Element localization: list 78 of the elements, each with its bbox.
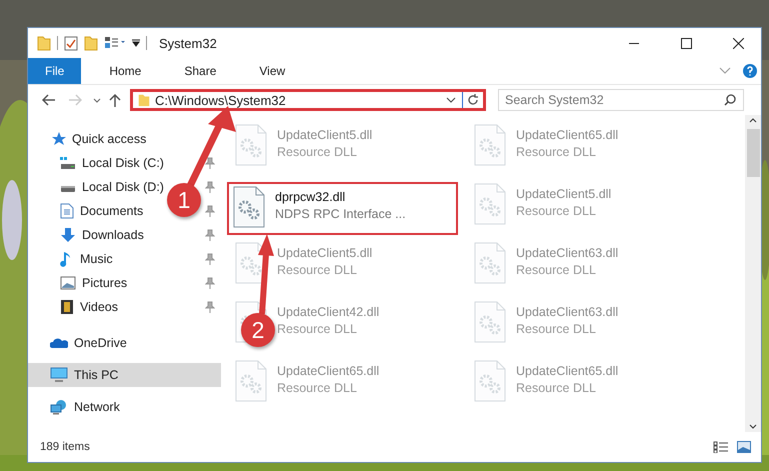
ribbon-tab[interactable]: View bbox=[245, 58, 300, 84]
large-icons-view-icon[interactable] bbox=[737, 441, 751, 453]
file-type: NDPS RPC Interface ... bbox=[275, 207, 406, 221]
pin-icon[interactable] bbox=[205, 277, 215, 289]
scrollbar[interactable] bbox=[745, 115, 761, 432]
file-type: Resource DLL bbox=[277, 322, 358, 336]
scrollbar-thumb[interactable] bbox=[746, 129, 760, 177]
network-icon bbox=[50, 399, 68, 415]
chevron-down-icon[interactable] bbox=[446, 97, 456, 103]
file-type: Resource DLL bbox=[516, 204, 597, 218]
picture-icon bbox=[60, 276, 76, 290]
ribbon-tab[interactable]: Share bbox=[170, 58, 230, 84]
file-gears-icon bbox=[474, 242, 506, 284]
file-gears-icon bbox=[233, 186, 265, 228]
sidebar-item[interactable]: Network bbox=[74, 400, 120, 414]
file-gears-icon bbox=[235, 360, 267, 402]
file-type: Resource DLL bbox=[516, 145, 597, 159]
search-field[interactable]: Search System32 bbox=[498, 89, 744, 111]
up-arrow-icon bbox=[109, 93, 121, 107]
sidebar-item[interactable]: Local Disk (D:) bbox=[82, 180, 164, 194]
maximize-icon bbox=[680, 38, 692, 48]
ribbon-tab[interactable]: File bbox=[28, 58, 82, 84]
pin-icon[interactable] bbox=[205, 229, 215, 241]
file-gears-icon bbox=[474, 124, 506, 166]
window-title: System32 bbox=[159, 36, 218, 50]
dropdown-icon[interactable] bbox=[132, 38, 140, 48]
file-type: Resource DLL bbox=[516, 322, 597, 336]
highlighted-file-item[interactable]: dprpcw32.dll NDPS RPC Interface ... bbox=[227, 182, 458, 235]
folder-icon[interactable] bbox=[84, 35, 98, 51]
sidebar-item[interactable]: OneDrive bbox=[74, 336, 127, 350]
monitor-icon bbox=[50, 367, 68, 383]
file-type: Resource DLL bbox=[277, 145, 358, 159]
search-icon[interactable] bbox=[724, 94, 736, 106]
pin-icon[interactable] bbox=[205, 157, 215, 169]
file-type: Resource DLL bbox=[277, 381, 358, 395]
address-path: C:\Windows\System32 bbox=[155, 92, 287, 108]
minimize-icon bbox=[629, 42, 639, 44]
pin-icon[interactable] bbox=[205, 205, 215, 217]
document-icon bbox=[60, 203, 74, 219]
drive-icon bbox=[60, 156, 76, 170]
pin-icon[interactable] bbox=[205, 253, 215, 265]
sidebar-item[interactable]: Music bbox=[80, 252, 113, 266]
cloud-icon bbox=[50, 337, 68, 349]
star-icon bbox=[50, 131, 66, 147]
folder-icon bbox=[137, 93, 151, 107]
sidebar-item[interactable]: Local Disk (C:) bbox=[82, 156, 164, 170]
sidebar-item[interactable]: Pictures bbox=[82, 276, 128, 290]
file-type: Resource DLL bbox=[516, 381, 597, 395]
file-type: Resource DLL bbox=[277, 263, 358, 277]
back-arrow-icon bbox=[42, 94, 56, 106]
file-gears-icon bbox=[474, 360, 506, 402]
pin-icon[interactable] bbox=[205, 301, 215, 313]
pin-icon[interactable] bbox=[205, 181, 215, 193]
file-type: Resource DLL bbox=[516, 263, 597, 277]
file-gears-icon bbox=[474, 301, 506, 343]
address-bar[interactable]: C:\Windows\System32 bbox=[130, 89, 486, 111]
down-arrow-icon bbox=[60, 227, 76, 243]
properties-icon[interactable] bbox=[104, 36, 126, 50]
sidebar-item[interactable]: Videos bbox=[80, 300, 118, 314]
forward-arrow-icon bbox=[68, 94, 82, 106]
sidebar-item[interactable]: Downloads bbox=[82, 228, 144, 242]
file-gears-icon bbox=[474, 183, 506, 225]
folder-icon bbox=[37, 35, 51, 51]
details-view-icon[interactable] bbox=[713, 441, 729, 453]
item-count: 189 items bbox=[40, 441, 91, 453]
refresh-icon[interactable] bbox=[467, 94, 479, 106]
file-gears-icon bbox=[235, 124, 267, 166]
sidebar-label: This PC bbox=[74, 368, 118, 382]
chevron-down-icon bbox=[93, 98, 101, 102]
sidebar-item[interactable]: Quick access bbox=[72, 132, 146, 146]
sidebar-item[interactable]: Documents bbox=[80, 204, 144, 218]
close-icon bbox=[732, 38, 744, 48]
sidebar-item[interactable]: This PC bbox=[28, 363, 221, 387]
film-icon bbox=[60, 299, 74, 315]
file-name: dprpcw32.dll bbox=[275, 190, 346, 204]
ribbon-tab[interactable]: Home bbox=[95, 58, 156, 84]
help-icon[interactable] bbox=[743, 64, 757, 78]
checklist-icon[interactable] bbox=[64, 35, 78, 51]
